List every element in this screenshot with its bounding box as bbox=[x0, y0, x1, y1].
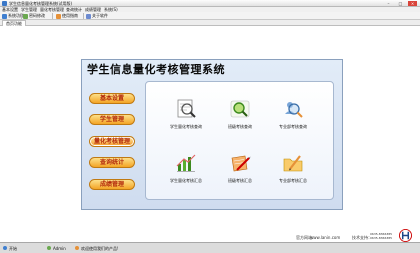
nav-score-management-button[interactable]: 成绩管理 bbox=[89, 179, 135, 190]
chart-summary-icon[interactable] bbox=[175, 152, 197, 174]
student-assessment-query-label[interactable]: 学生量化考核查询 bbox=[161, 124, 211, 130]
pencil-notebook-icon[interactable] bbox=[229, 152, 251, 174]
nav-query-statistics-button[interactable]: 查询统计 bbox=[89, 157, 135, 168]
panel-title: 学生信息量化考核管理系统 bbox=[87, 63, 225, 76]
app-icon bbox=[2, 1, 7, 6]
toolbar-label: 密码修改 bbox=[29, 13, 45, 18]
maximize-button[interactable]: □ bbox=[396, 1, 405, 6]
minimize-button[interactable]: – bbox=[384, 1, 393, 6]
welcome-message: 欢迎使用我们的产品! bbox=[81, 246, 119, 251]
user-icon bbox=[47, 246, 51, 250]
title-bar: 学生信息量化考核管理系统(试用版) – □ × bbox=[0, 0, 420, 7]
user-guide-button[interactable]: 使用指南 bbox=[56, 13, 78, 19]
company-logo-icon bbox=[399, 229, 412, 242]
close-button[interactable]: × bbox=[408, 1, 417, 6]
website-link[interactable]: www.lanin.com bbox=[310, 235, 340, 240]
toolbar-separator bbox=[21, 13, 22, 19]
toolbar-separator bbox=[83, 13, 84, 19]
toolbar-label: 关于软件 bbox=[92, 13, 108, 18]
message-icon bbox=[75, 246, 79, 250]
current-user: Admin bbox=[53, 246, 66, 251]
class-assessment-query-label[interactable]: 班级考核查询 bbox=[215, 124, 265, 130]
toolbar-separator bbox=[52, 13, 53, 19]
about-software-button[interactable]: 关于软件 bbox=[86, 13, 108, 19]
key-icon bbox=[23, 13, 28, 19]
search-people-icon[interactable] bbox=[282, 98, 304, 120]
status-bar: 开始 Admin 欢迎使用我们的产品! bbox=[0, 242, 420, 253]
department-assessment-query-label[interactable]: 专业部考核查询 bbox=[268, 124, 318, 130]
support-phone-2: 0635-8366385 bbox=[370, 236, 393, 240]
magnifier-document-icon[interactable] bbox=[175, 98, 197, 120]
nav-quantitative-assessment-button[interactable]: 量化考核管理 bbox=[89, 136, 135, 147]
home-icon bbox=[2, 13, 7, 19]
help-icon bbox=[56, 13, 61, 19]
student-assessment-summary-label[interactable]: 学生量化考核汇总 bbox=[161, 178, 211, 184]
folder-pencil-icon[interactable] bbox=[282, 152, 304, 174]
start-icon bbox=[3, 246, 7, 250]
toolbar: 系统功能 密码修改 使用指南 关于软件 bbox=[0, 12, 420, 20]
department-assessment-summary-label[interactable]: 专业部考核汇总 bbox=[268, 178, 318, 184]
magnifier-green-icon[interactable] bbox=[229, 98, 251, 120]
change-password-button[interactable]: 密码修改 bbox=[23, 13, 45, 19]
nav-basic-settings-button[interactable]: 基本设置 bbox=[89, 93, 135, 104]
nav-student-management-button[interactable]: 学生管理 bbox=[89, 114, 135, 125]
support-label: 技术支持： bbox=[352, 235, 372, 240]
footer-info: 官方网站： www.lanin.com 技术支持： 0635-8366385 0… bbox=[0, 232, 420, 242]
toolbar-label: 使用指南 bbox=[62, 13, 78, 18]
class-assessment-summary-label[interactable]: 班级考核汇总 bbox=[215, 178, 265, 184]
start-label[interactable]: 开始 bbox=[9, 246, 17, 252]
info-icon bbox=[86, 13, 91, 19]
